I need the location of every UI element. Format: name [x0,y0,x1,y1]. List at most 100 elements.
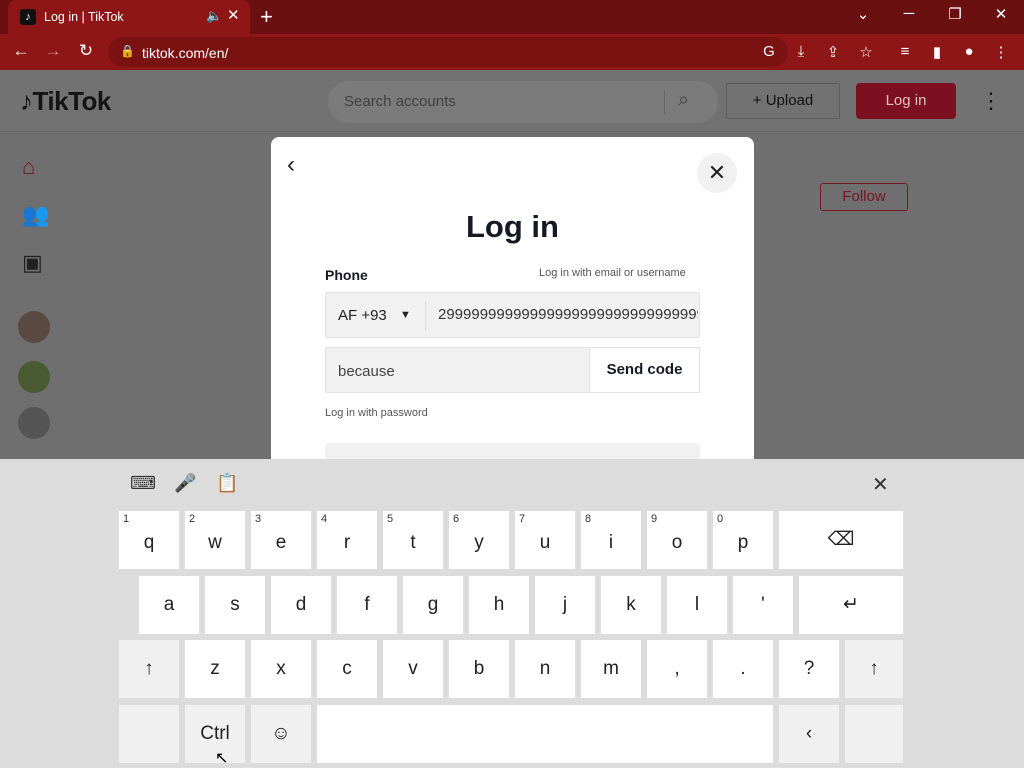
phone-number-input[interactable]: 29999999999999999999999999999999 [438,306,698,323]
close-window-button[interactable]: ✕ [986,5,1016,23]
shift-left-key[interactable]: ↑ [119,640,179,698]
key-question[interactable]: ? [779,640,839,698]
keyboard-settings-icon[interactable]: ⌨ [130,473,156,494]
tiktok-header: ♪TikTok Search accounts ⌕ + Upload Log i… [0,70,1024,132]
microphone-icon[interactable]: 🎤 [174,473,196,494]
key-x[interactable]: x [251,640,311,698]
key-s[interactable]: s [205,576,265,634]
share-icon[interactable]: ⇪ [822,43,844,61]
key-n[interactable]: n [515,640,575,698]
tab-close-icon[interactable]: ✕ [227,6,240,24]
address-bar[interactable]: 🔒 tiktok.com/en/ G [108,37,788,67]
follow-button[interactable]: Follow [820,183,908,211]
key-b[interactable]: b [449,640,509,698]
tiktok-favicon-icon: ♪ [20,9,36,25]
home-icon[interactable]: ⌂ [22,154,35,180]
key-p[interactable]: p0 [713,511,773,569]
profile-icon[interactable]: ● [958,43,980,60]
forward-button[interactable]: → [41,41,65,61]
key-o[interactable]: o9 [647,511,707,569]
side-panel-icon[interactable]: ▮ [926,43,948,61]
browser-tab[interactable]: ♪ Log in | TikTok 🔈 ✕ [8,0,250,34]
new-tab-button[interactable]: + [260,4,273,30]
search-input[interactable]: Search accounts ⌕ [328,81,718,123]
avatar[interactable] [18,361,50,393]
tiktok-logo-icon: ♪ [20,86,33,116]
key-r[interactable]: r4 [317,511,377,569]
key-m[interactable]: m [581,640,641,698]
key-period[interactable]: . [713,640,773,698]
minimize-button[interactable]: ─ [894,5,924,22]
reload-button[interactable]: ↻ [74,41,98,61]
key-comma[interactable]: , [647,640,707,698]
google-icon[interactable]: G [758,43,780,60]
clipboard-icon[interactable]: 📋 [216,473,238,494]
mouse-cursor-icon: ↖ [215,750,229,767]
back-button[interactable]: ← [9,41,33,61]
shift-right-key[interactable]: ↑ [845,640,903,698]
key-number-hint: 2 [189,513,196,525]
key-l[interactable]: l [667,576,727,634]
space-key[interactable] [317,705,773,763]
modal-title: Log in [466,209,559,244]
key-u[interactable]: u7 [515,511,575,569]
key-f[interactable]: f [337,576,397,634]
key-d[interactable]: d [271,576,331,634]
audio-icon[interactable]: 🔈 [206,8,222,24]
key-i[interactable]: i8 [581,511,641,569]
key-q[interactable]: q1 [119,511,179,569]
more-options-icon[interactable]: ⋮ [980,88,1002,114]
header-login-button[interactable]: Log in [856,83,956,119]
left-arrow-key[interactable]: ‹ [779,705,839,763]
back-arrow-icon[interactable]: ‹ [287,151,295,179]
bookmark-star-icon[interactable]: ☆ [855,43,877,61]
enter-key[interactable]: ↵ [799,576,903,634]
live-icon[interactable]: ▣ [22,250,43,276]
symbols-key[interactable] [119,705,179,763]
phone-field: AF +93 ▼ 2999999999999999999999999999999… [325,292,700,338]
following-icon[interactable]: 👥 [22,202,49,228]
keyboard-close-icon[interactable]: ✕ [872,472,889,497]
touch-keyboard: ⌨ 🎤 📋 ✕ q 1 w 2 e 3 r 4 t 5 y 6 u 7 i 8 o 9 p 0 ⌫ a s d f g h j k l ' ↵… [0,459,1024,768]
dropdown-arrow-icon[interactable]: ▼ [400,309,411,321]
key-a[interactable]: a [139,576,199,634]
key-number-hint: 9 [651,513,658,525]
menu-icon[interactable]: ⋮ [990,43,1012,61]
key-z[interactable]: z [185,640,245,698]
country-code-select[interactable]: AF +93 [338,307,387,324]
key-k[interactable]: k [601,576,661,634]
send-code-button[interactable]: Send code [589,347,700,393]
key-t[interactable]: t5 [383,511,443,569]
key-v[interactable]: v [383,640,443,698]
key-h[interactable]: h [469,576,529,634]
browser-tabstrip: ♪ Log in | TikTok 🔈 ✕ + ⌄ ─ ❐ ✕ [0,0,1024,34]
restore-button[interactable]: ❐ [940,5,970,23]
close-modal-button[interactable]: ✕ [697,153,737,193]
key-g[interactable]: g [403,576,463,634]
browser-toolbar: ← → ↻ 🔒 tiktok.com/en/ G ⤓ ⇪ ☆ ≡ ▮ ● ⋮ [0,34,1024,70]
key-w[interactable]: w2 [185,511,245,569]
key-j[interactable]: j [535,576,595,634]
key-y[interactable]: y6 [449,511,509,569]
tab-search-icon[interactable]: ⌄ [848,5,878,23]
password-login-link[interactable]: Log in with password [325,407,428,419]
right-arrow-key[interactable] [845,705,903,763]
key-e[interactable]: e3 [251,511,311,569]
install-icon[interactable]: ⤓ [790,43,812,60]
verification-code-input[interactable]: because [325,347,590,393]
avatar[interactable] [18,407,50,439]
tiktok-logo[interactable]: ♪TikTok [20,86,111,117]
upload-button[interactable]: + Upload [726,83,840,119]
emoji-key[interactable]: ☺ [251,705,311,763]
lock-icon: 🔒 [120,44,135,58]
key-c[interactable]: c [317,640,377,698]
email-login-link[interactable]: Log in with email or username [539,267,686,279]
code-value: because [338,363,395,380]
media-icon[interactable]: ≡ [894,43,916,60]
search-icon[interactable]: ⌕ [678,89,689,112]
backspace-key[interactable]: ⌫ [779,511,903,569]
key-apostrophe[interactable]: ' [733,576,793,634]
avatar[interactable] [18,311,50,343]
key-number-hint: 8 [585,513,592,525]
search-placeholder: Search accounts [344,93,456,110]
